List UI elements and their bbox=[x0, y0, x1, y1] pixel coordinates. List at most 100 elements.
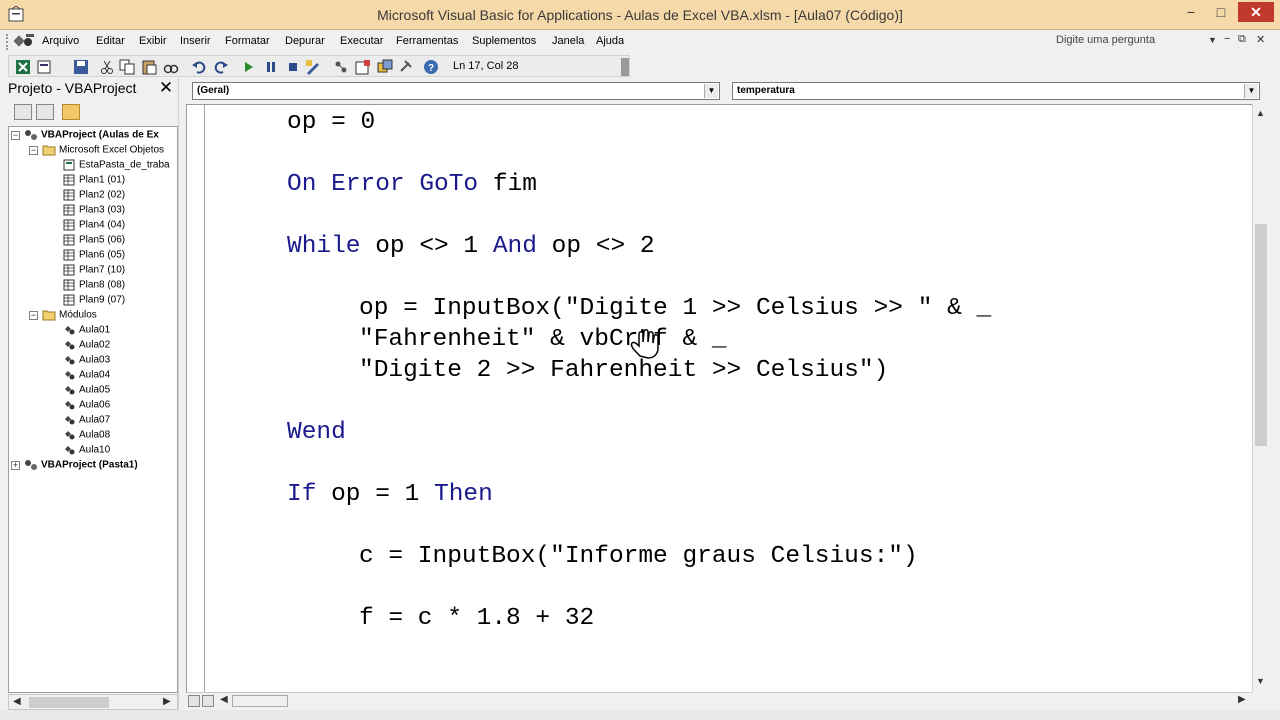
properties-icon[interactable] bbox=[355, 59, 371, 75]
code-hscroll-thumb[interactable] bbox=[232, 695, 288, 707]
procedure-combo-dropdown-icon[interactable]: ▼ bbox=[1244, 84, 1258, 98]
run-icon[interactable] bbox=[241, 59, 257, 75]
view-object-icon[interactable] bbox=[36, 104, 54, 120]
toggle-folders-icon[interactable] bbox=[62, 104, 80, 120]
tree-item[interactable]: Aula06 bbox=[49, 399, 110, 414]
find-icon[interactable] bbox=[163, 59, 179, 75]
collapse-icon[interactable]: − bbox=[11, 130, 20, 140]
code-vscroll-thumb[interactable] bbox=[1255, 224, 1267, 446]
code-vscrollbar[interactable]: ▲ ▼ bbox=[1252, 104, 1268, 692]
tree-item[interactable]: Plan7 (10) bbox=[49, 264, 125, 279]
toolbar-options-handle[interactable] bbox=[621, 58, 629, 76]
code-editor[interactable]: op = 0 On Error GoTo fim While op <> 1 And… bbox=[186, 104, 1252, 692]
project-explorer-icon[interactable] bbox=[333, 59, 349, 75]
collapse-icon[interactable]: − bbox=[29, 145, 38, 155]
tree-item[interactable]: EstaPasta_de_traba bbox=[49, 159, 170, 174]
excel-view-icon[interactable] bbox=[15, 59, 31, 75]
minimize-button[interactable]: − bbox=[1176, 2, 1206, 22]
full-module-view-icon[interactable] bbox=[202, 695, 214, 707]
insert-module-icon[interactable] bbox=[37, 59, 53, 75]
maximize-button[interactable]: □ bbox=[1206, 2, 1236, 22]
tree-item[interactable]: Aula04 bbox=[49, 369, 110, 384]
copy-icon[interactable] bbox=[119, 59, 135, 75]
code-line[interactable]: If op = 1 Then bbox=[287, 481, 493, 508]
code-line[interactable]: Wend bbox=[287, 419, 346, 446]
project-tree-hscrollbar[interactable]: ◀ ▶ bbox=[8, 694, 178, 710]
tree-item[interactable]: Plan6 (05) bbox=[49, 249, 125, 264]
scroll-thumb[interactable] bbox=[29, 697, 109, 708]
menu-arquivo[interactable]: Arquivo bbox=[42, 35, 79, 47]
save-icon[interactable] bbox=[73, 59, 89, 75]
cut-icon[interactable] bbox=[99, 59, 115, 75]
tree-item[interactable]: Aula03 bbox=[49, 354, 110, 369]
tree-item[interactable]: Plan5 (06) bbox=[49, 234, 125, 249]
margin-indicator-bar[interactable] bbox=[187, 105, 205, 692]
reset-icon[interactable] bbox=[285, 59, 301, 75]
menu-ajuda[interactable]: Ajuda bbox=[596, 35, 624, 47]
scroll-left-icon[interactable]: ◀ bbox=[13, 696, 21, 707]
paste-icon[interactable] bbox=[141, 59, 157, 75]
code-scroll-right-icon[interactable]: ▶ bbox=[1238, 694, 1246, 705]
menu-formatar[interactable]: Formatar bbox=[225, 35, 270, 47]
collapse-icon[interactable]: − bbox=[29, 310, 38, 320]
undo-icon[interactable] bbox=[191, 59, 207, 75]
code-line[interactable]: On Error GoTo fim bbox=[287, 171, 537, 198]
code-line[interactable]: "Digite 2 >> Fahrenheit >> Celsius") bbox=[359, 357, 888, 384]
redo-icon[interactable] bbox=[213, 59, 229, 75]
mdi-close-button[interactable]: ✕ bbox=[1256, 33, 1265, 46]
vba-module-icon[interactable] bbox=[14, 33, 36, 50]
code-line[interactable]: op = 0 bbox=[287, 109, 375, 136]
menu-depurar[interactable]: Depurar bbox=[285, 35, 325, 47]
tree-item[interactable]: Aula05 bbox=[49, 384, 110, 399]
scroll-up-icon[interactable]: ▲ bbox=[1256, 108, 1265, 118]
object-combo-dropdown-icon[interactable]: ▼ bbox=[704, 84, 718, 98]
tree-item[interactable]: Plan8 (08) bbox=[49, 279, 125, 294]
menu-janela[interactable]: Janela bbox=[552, 35, 584, 47]
object-combo[interactable]: (Geral) ▼ bbox=[192, 82, 720, 100]
code-line[interactable]: f = c * 1.8 + 32 bbox=[359, 605, 594, 632]
object-browser-icon[interactable] bbox=[377, 59, 393, 75]
ask-question-input[interactable]: Digite uma pergunta bbox=[1052, 32, 1220, 50]
scroll-right-icon[interactable]: ▶ bbox=[163, 696, 171, 707]
design-mode-icon[interactable] bbox=[305, 59, 321, 75]
menu-exibir[interactable]: Exibir bbox=[139, 35, 167, 47]
expand-icon[interactable]: + bbox=[11, 460, 20, 470]
view-code-icon[interactable] bbox=[14, 104, 32, 120]
panel-splitter[interactable] bbox=[178, 78, 186, 718]
tree-item[interactable]: + VBAProject (Pasta1) bbox=[11, 459, 138, 474]
code-line[interactable]: op = InputBox("Digite 1 >> Celsius >> " … bbox=[359, 295, 991, 322]
tree-item[interactable]: Aula07 bbox=[49, 414, 110, 429]
code-scroll-left-icon[interactable]: ◀ bbox=[220, 694, 228, 705]
ask-dropdown-icon[interactable]: ▼ bbox=[1208, 35, 1217, 45]
menu-editar[interactable]: Editar bbox=[96, 35, 125, 47]
tree-item[interactable]: Plan3 (03) bbox=[49, 204, 125, 219]
tree-item[interactable]: Plan9 (07) bbox=[49, 294, 125, 309]
procedure-view-icon[interactable] bbox=[188, 695, 200, 707]
tree-item[interactable]: Plan2 (02) bbox=[49, 189, 125, 204]
mdi-minimize-button[interactable]: − bbox=[1224, 33, 1230, 45]
tree-item[interactable]: Aula02 bbox=[49, 339, 110, 354]
code-line[interactable]: While op <> 1 And op <> 2 bbox=[287, 233, 655, 260]
toolbox-icon[interactable] bbox=[399, 59, 415, 75]
menu-grip[interactable] bbox=[6, 34, 10, 50]
procedure-combo[interactable]: temperatura ▼ bbox=[732, 82, 1260, 100]
tree-item[interactable]: Aula01 bbox=[49, 324, 110, 339]
code-hscrollbar[interactable]: ◀ ▶ bbox=[186, 692, 1252, 708]
help-icon[interactable]: ? bbox=[423, 59, 439, 75]
menu-executar[interactable]: Executar bbox=[340, 35, 383, 47]
menu-ferramentas[interactable]: Ferramentas bbox=[396, 35, 458, 47]
tree-item[interactable]: Plan1 (01) bbox=[49, 174, 125, 189]
project-panel-close-button[interactable]: ✕ bbox=[156, 78, 176, 98]
tree-item[interactable]: − Módulos bbox=[29, 309, 97, 324]
tree-item[interactable]: − Microsoft Excel Objetos bbox=[29, 144, 164, 159]
code-line[interactable]: c = InputBox("Informe graus Celsius:") bbox=[359, 543, 918, 570]
break-icon[interactable] bbox=[263, 59, 279, 75]
code-line[interactable]: "Fahrenheit" & vbCrLf & _ bbox=[359, 326, 727, 353]
close-button[interactable]: ✕ bbox=[1238, 2, 1274, 22]
tree-item[interactable]: Plan4 (04) bbox=[49, 219, 125, 234]
scroll-down-icon[interactable]: ▼ bbox=[1256, 676, 1265, 686]
tree-item[interactable]: Aula08 bbox=[49, 429, 110, 444]
menu-suplementos[interactable]: Suplementos bbox=[472, 35, 536, 47]
mdi-restore-button[interactable]: ⧉ bbox=[1238, 33, 1246, 46]
tree-item[interactable]: − VBAProject (Aulas de Ex bbox=[11, 129, 159, 144]
